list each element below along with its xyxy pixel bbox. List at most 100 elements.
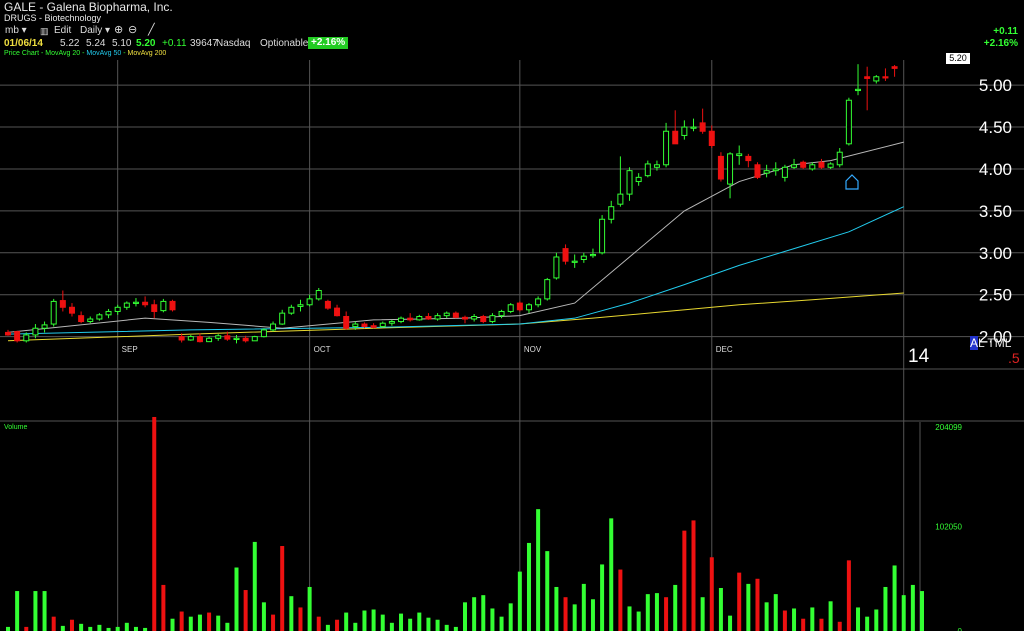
price-tick-label: 3.00 <box>979 244 1012 263</box>
volume-bar <box>316 616 321 631</box>
candle-body <box>87 318 94 323</box>
candles <box>5 64 898 344</box>
volume-bar <box>152 416 157 631</box>
volume-bar <box>782 610 787 631</box>
candle-body <box>809 164 816 170</box>
volume-bar <box>307 586 312 631</box>
candle-body <box>343 316 350 329</box>
candle-body <box>891 66 898 69</box>
candle-body <box>361 323 368 328</box>
candle-body <box>334 307 341 317</box>
candle-body <box>836 151 843 166</box>
volume-bar <box>545 551 550 631</box>
date-tick-label: OCT <box>314 345 331 354</box>
volume-bar <box>408 618 413 631</box>
volume-bar <box>819 618 824 631</box>
candle-body <box>178 336 185 341</box>
candle-body <box>59 300 66 308</box>
candle-body <box>516 302 523 311</box>
earnings-marker-icon <box>845 174 859 190</box>
volume-bar <box>88 626 93 631</box>
candle-body <box>370 325 377 328</box>
candle-body <box>717 155 724 180</box>
volume-bar <box>746 583 751 631</box>
volume-bar <box>490 608 495 631</box>
volume-bar <box>481 595 486 631</box>
volume-bar <box>51 616 56 631</box>
candle-body <box>114 306 121 312</box>
candle-body <box>23 334 30 342</box>
candle-body <box>562 248 569 262</box>
volume-bar <box>563 597 568 631</box>
candle-body <box>781 166 788 178</box>
volume-bar <box>581 583 586 631</box>
candle-body <box>553 256 560 279</box>
volume-bar <box>435 619 440 631</box>
volume-bar <box>627 606 632 631</box>
volume-bar <box>554 586 559 631</box>
candle-body <box>544 279 551 300</box>
volume-bar <box>700 597 705 631</box>
candle-body <box>151 304 158 312</box>
candle-body <box>827 163 834 168</box>
volume-bar <box>15 591 20 631</box>
volume-bar <box>792 608 797 631</box>
volume-bar <box>42 591 47 631</box>
volume-bar <box>289 596 294 631</box>
volume-bar <box>737 572 742 631</box>
candle-body <box>251 336 258 342</box>
candle-body <box>745 155 752 162</box>
candle-body <box>388 321 395 324</box>
volume-bar <box>6 626 10 631</box>
candle-body <box>132 301 139 304</box>
candle-body <box>105 310 112 316</box>
volume-bar <box>526 542 531 631</box>
candle-body <box>498 310 505 317</box>
volume-bar <box>499 616 504 631</box>
candle-body <box>800 161 807 168</box>
price-tick-label: 4.50 <box>979 118 1012 137</box>
brand-year: 14 <box>908 346 930 367</box>
volume-bar <box>682 530 687 631</box>
candle-body <box>425 316 432 320</box>
candle-body <box>187 336 194 341</box>
volume-bar <box>24 626 29 631</box>
volume-bar <box>654 593 659 631</box>
candle-body <box>215 335 222 339</box>
volume-bar <box>426 617 431 631</box>
candle-body <box>242 337 249 342</box>
candle-body <box>608 206 615 220</box>
volume-bar <box>79 623 84 631</box>
volume-bar <box>335 619 340 631</box>
candle-body <box>443 312 450 317</box>
volume-bar <box>280 546 285 631</box>
volume-bar <box>197 614 202 631</box>
price-tick-label: 2.50 <box>979 286 1012 305</box>
volume-tick-label: 0 <box>958 627 963 631</box>
candle-body <box>873 76 880 82</box>
volume-bar <box>718 587 723 631</box>
candle-body <box>352 323 359 328</box>
volume-bar <box>362 610 367 631</box>
candle-body <box>32 327 39 336</box>
candle-body <box>270 323 277 331</box>
candle-body <box>196 336 203 343</box>
volume-bar <box>207 612 212 631</box>
candle-body <box>260 329 267 338</box>
candle-body <box>462 316 468 320</box>
candle-body <box>754 164 761 178</box>
candle-body <box>398 317 405 323</box>
candle-body <box>142 301 149 306</box>
candle-body <box>279 312 286 325</box>
price-tick-label: 4.00 <box>979 160 1012 179</box>
candle-body <box>681 126 688 136</box>
volume-bar <box>33 591 38 631</box>
candle-body <box>5 331 11 336</box>
volume-bar <box>380 614 385 631</box>
candle-body <box>297 304 304 307</box>
price-tick-label: 5.00 <box>979 76 1012 95</box>
volume-bar <box>910 584 915 631</box>
volume-bar <box>764 602 769 631</box>
price-volume-chart[interactable]: 2.002.503.003.504.004.505.00SEP OCT NOV DEC… <box>0 0 1024 631</box>
volume-bar <box>188 616 193 631</box>
